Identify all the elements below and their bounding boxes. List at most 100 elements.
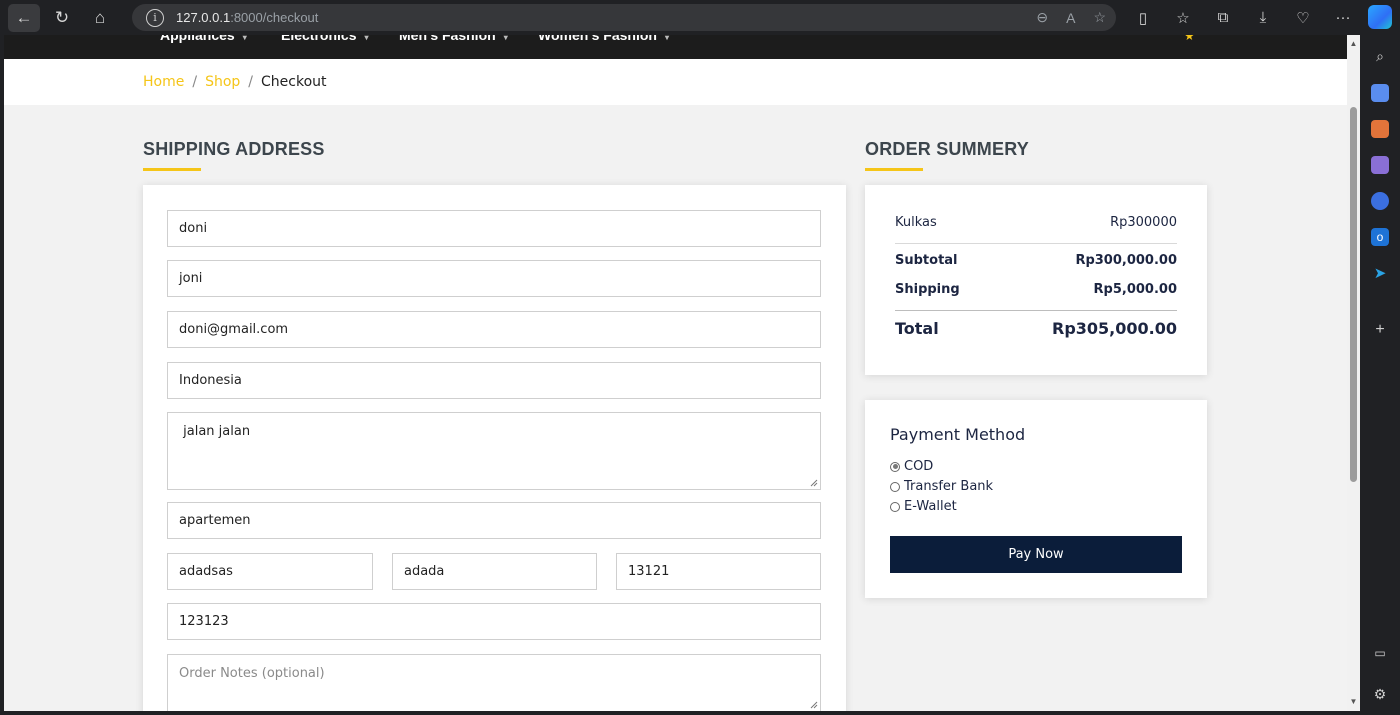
address2-field[interactable]: apartemen bbox=[167, 502, 821, 539]
last-name-field[interactable]: joni bbox=[167, 260, 821, 297]
downloads-icon[interactable]: ⤓ bbox=[1248, 4, 1278, 32]
nav-item-womens-fashion[interactable]: Women's Fashion ▾ bbox=[538, 35, 669, 43]
chevron-down-icon: ▾ bbox=[503, 35, 508, 42]
radio-selected[interactable] bbox=[890, 461, 900, 472]
nav-item-mens-fashion[interactable]: Men's Fashion ▾ bbox=[399, 35, 508, 43]
reload-icon[interactable]: ↻ bbox=[46, 4, 78, 32]
payment-option-transfer-bank[interactable]: Transfer Bank bbox=[890, 479, 993, 494]
page-viewport: Appliances ▾ Electronics ▾ Men's Fashion ▾ … bbox=[4, 35, 1347, 711]
shipping-title: SHIPPING ADDRESS bbox=[143, 139, 325, 159]
payment-option-label: Transfer Bank bbox=[904, 479, 994, 494]
scroll-down-icon[interactable]: ▼ bbox=[1349, 697, 1358, 706]
subtotal-value: Rp300,000.00 bbox=[1075, 253, 1177, 268]
shipping-row: Shipping Rp5,000.00 bbox=[895, 282, 1177, 297]
radio-button[interactable] bbox=[890, 481, 900, 492]
total-row: Total Rp305,000.00 bbox=[895, 319, 1177, 338]
cart-star-icon[interactable]: ★ bbox=[1184, 35, 1195, 43]
games-icon[interactable] bbox=[1371, 156, 1389, 174]
payment-option-label: E-Wallet bbox=[904, 499, 957, 514]
favorites-icon[interactable]: ☆ bbox=[1168, 4, 1198, 32]
breadcrumb-bar: Home / Shop / Checkout bbox=[4, 59, 1347, 105]
breadcrumb-separator: / bbox=[248, 74, 253, 90]
resize-handle-icon[interactable] bbox=[810, 479, 818, 487]
add-icon[interactable]: + bbox=[1371, 321, 1389, 339]
city-field[interactable]: adadsas bbox=[167, 553, 373, 590]
first-name-field[interactable]: doni bbox=[167, 210, 821, 247]
subtotal-label: Subtotal bbox=[895, 253, 958, 268]
page-scrollbar[interactable]: ▲ ▼ bbox=[1347, 35, 1360, 711]
item-name: Kulkas bbox=[895, 215, 937, 230]
breadcrumb: Home / Shop / Checkout bbox=[143, 74, 327, 90]
payment-option-label: COD bbox=[904, 459, 934, 474]
address-bar[interactable]: i 127.0.0.1:8000/checkout ⊖ A ☆ bbox=[132, 4, 1116, 31]
edge-sidebar: ⌕ o ➤ + ▭ ⚙ bbox=[1360, 35, 1400, 715]
nav-label: Appliances bbox=[160, 35, 235, 43]
nav-label: Electronics bbox=[281, 35, 357, 43]
order-summary-card: Kulkas Rp300000 Subtotal Rp300,000.00 Sh… bbox=[865, 185, 1207, 375]
send-icon[interactable]: ➤ bbox=[1371, 264, 1389, 282]
main-navbar: Appliances ▾ Electronics ▾ Men's Fashion ▾ … bbox=[4, 35, 1347, 59]
nav-label: Men's Fashion bbox=[399, 35, 496, 43]
radio-button[interactable] bbox=[890, 501, 900, 512]
payment-method-title: Payment Method bbox=[890, 425, 1026, 444]
shopping-tag-icon[interactable] bbox=[1371, 84, 1389, 102]
order-summary-title: ORDER SUMMERY bbox=[865, 139, 1029, 159]
split-screen-icon[interactable]: ▯ bbox=[1128, 4, 1158, 32]
shipping-value: Rp5,000.00 bbox=[1093, 282, 1177, 297]
scroll-thumb[interactable] bbox=[1350, 107, 1357, 482]
country-field[interactable]: Indonesia bbox=[167, 362, 821, 399]
browser-essentials-icon[interactable]: ♡ bbox=[1288, 4, 1318, 32]
tools-briefcase-icon[interactable] bbox=[1371, 120, 1389, 138]
shipping-label: Shipping bbox=[895, 282, 960, 297]
address-text: jalan jalan bbox=[179, 424, 251, 439]
summary-divider bbox=[895, 243, 1177, 244]
url-host: 127.0.0.1 bbox=[176, 10, 231, 25]
screen-icon[interactable]: ▭ bbox=[1371, 644, 1389, 662]
title-underline bbox=[143, 168, 201, 171]
phone-field[interactable]: 123123 bbox=[167, 603, 821, 640]
nav-item-electronics[interactable]: Electronics ▾ bbox=[281, 35, 369, 43]
home-icon[interactable]: ⌂ bbox=[84, 4, 116, 32]
breadcrumb-shop[interactable]: Shop bbox=[205, 74, 240, 90]
back-arrow-icon[interactable]: ← bbox=[8, 3, 40, 32]
summary-item-row: Kulkas Rp300000 bbox=[895, 215, 1177, 230]
breadcrumb-current: Checkout bbox=[261, 74, 327, 90]
favorite-star-icon[interactable]: ☆ bbox=[1093, 9, 1106, 26]
payment-option-e-wallet[interactable]: E-Wallet bbox=[890, 499, 957, 514]
subtotal-row: Subtotal Rp300,000.00 bbox=[895, 253, 1177, 268]
nav-item-appliances[interactable]: Appliances ▾ bbox=[160, 35, 247, 43]
more-menu-icon[interactable]: ··· bbox=[1328, 4, 1358, 32]
search-icon[interactable]: ⌕ bbox=[1371, 47, 1389, 65]
breadcrumb-home[interactable]: Home bbox=[143, 74, 184, 90]
chevron-down-icon: ▾ bbox=[664, 35, 669, 42]
pay-now-button[interactable]: Pay Now bbox=[890, 536, 1182, 573]
chevron-down-icon: ▾ bbox=[242, 35, 247, 42]
payment-method-card: Payment Method COD Transfer Bank E-Walle… bbox=[865, 400, 1207, 598]
title-underline bbox=[865, 168, 923, 171]
payment-option-cod[interactable]: COD bbox=[890, 459, 933, 474]
site-info-icon[interactable]: i bbox=[146, 8, 164, 27]
state-field[interactable]: adada bbox=[392, 553, 597, 590]
copilot-app-icon[interactable] bbox=[1371, 192, 1389, 210]
chevron-down-icon: ▾ bbox=[364, 35, 369, 42]
browser-toolbar: ← ↻ ⌂ i 127.0.0.1:8000/checkout ⊖ A ☆ ▯ … bbox=[0, 0, 1400, 35]
order-notes-textarea[interactable]: Order Notes (optional) bbox=[167, 654, 821, 711]
copilot-icon[interactable] bbox=[1368, 5, 1392, 29]
zoom-icon[interactable]: ⊖ bbox=[1036, 9, 1048, 26]
breadcrumb-separator: / bbox=[192, 74, 198, 90]
scroll-up-icon[interactable]: ▲ bbox=[1349, 39, 1358, 48]
collections-icon[interactable]: ⧉ bbox=[1208, 4, 1238, 32]
address-textarea[interactable]: jalan jalan bbox=[167, 412, 821, 490]
email-field[interactable]: doni@gmail.com bbox=[167, 311, 821, 348]
total-label: Total bbox=[895, 319, 939, 338]
settings-gear-icon[interactable]: ⚙ bbox=[1371, 685, 1389, 703]
nav-label: Women's Fashion bbox=[538, 35, 657, 43]
resize-handle-icon[interactable] bbox=[810, 701, 818, 709]
url-text: 127.0.0.1:8000/checkout bbox=[176, 10, 318, 25]
outlook-icon[interactable]: o bbox=[1371, 228, 1389, 246]
window-bottom-border bbox=[0, 711, 1360, 715]
read-aloud-icon[interactable]: A bbox=[1066, 10, 1075, 26]
shipping-form-card: doni joni doni@gmail.com Indonesia jalan… bbox=[143, 185, 846, 711]
summary-divider bbox=[895, 310, 1177, 311]
zip-field[interactable]: 13121 bbox=[616, 553, 821, 590]
